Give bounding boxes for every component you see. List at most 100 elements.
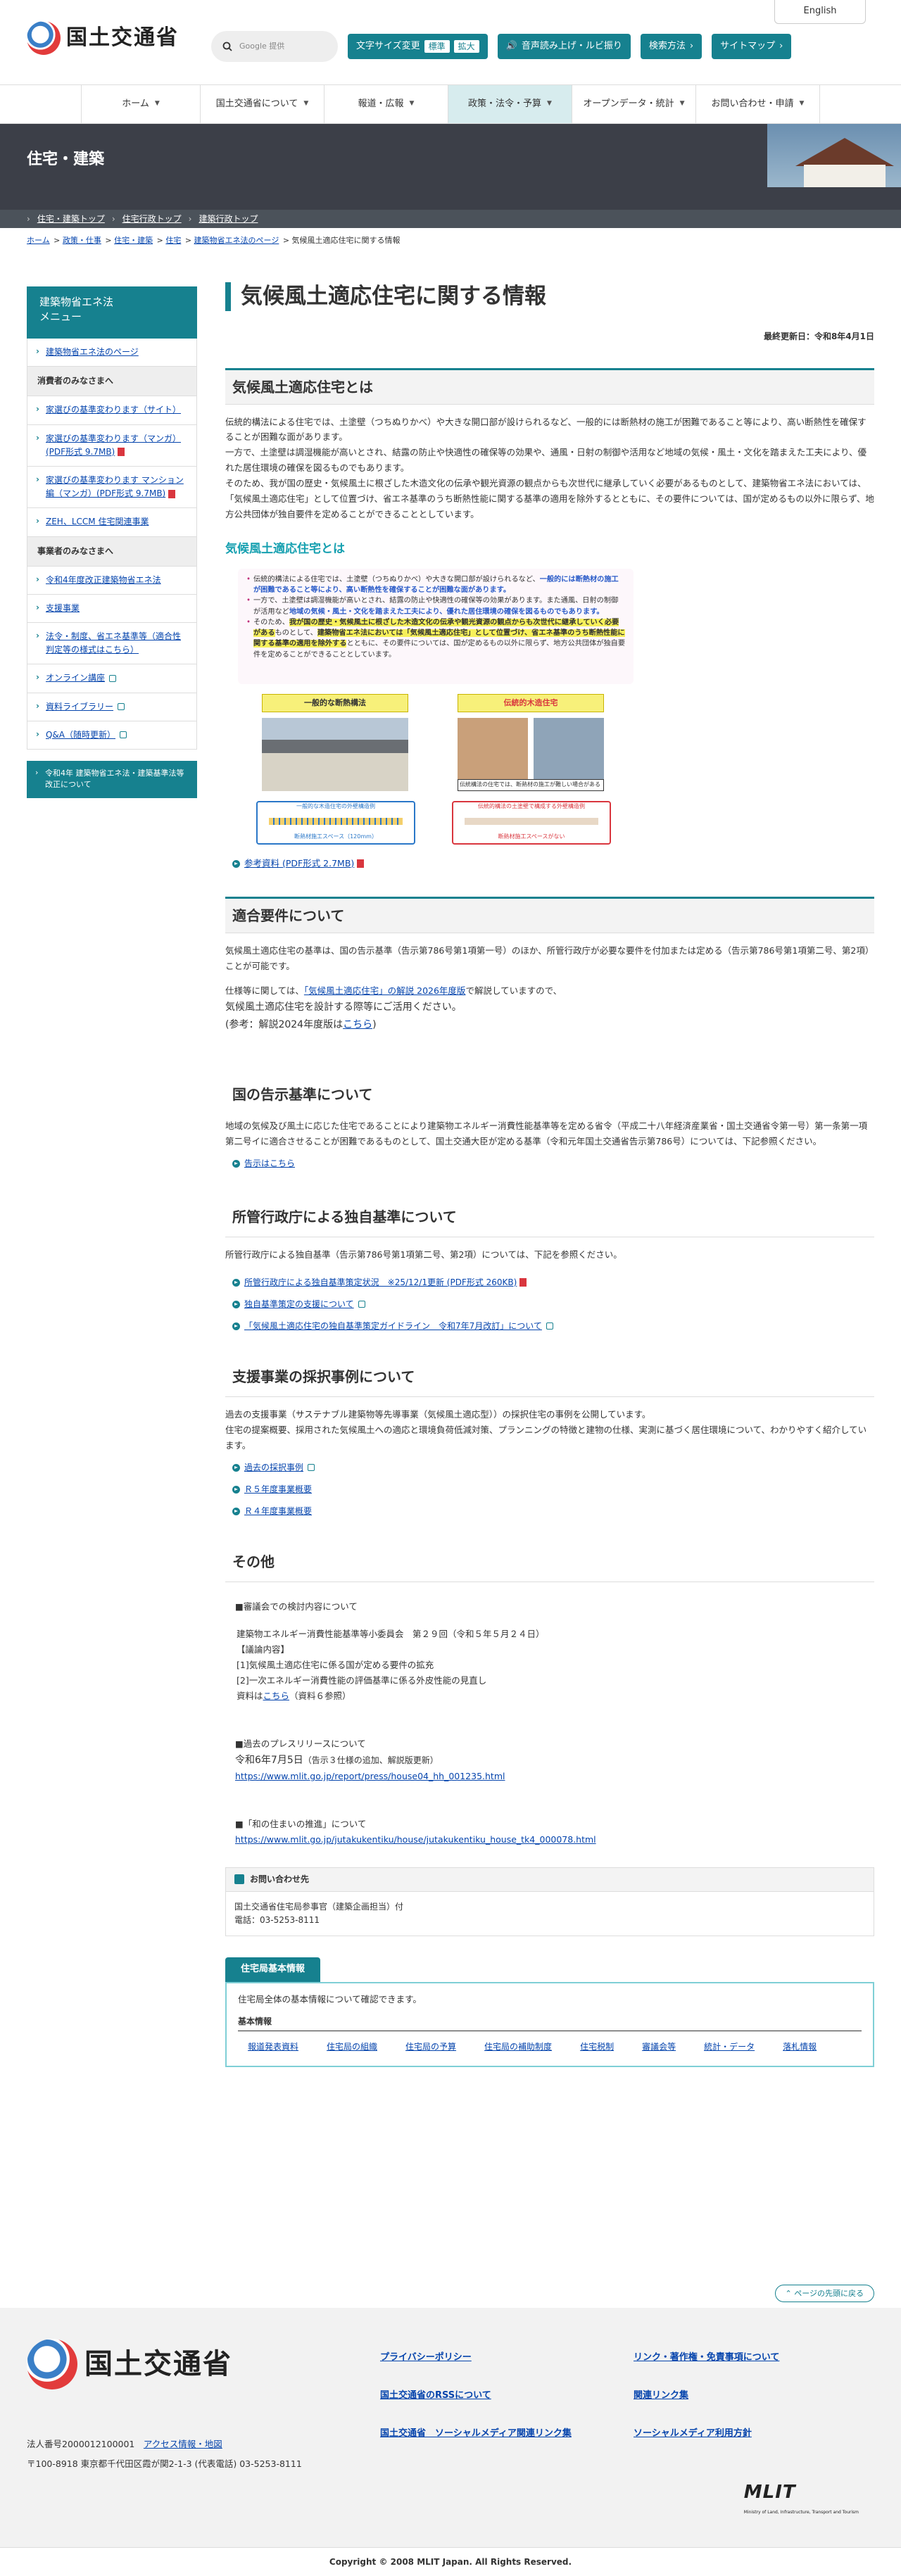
basic-link[interactable]: 審議会等 (642, 2040, 676, 2054)
nav-home[interactable]: ホーム ▼ (81, 85, 201, 123)
external-link-icon (308, 1464, 315, 1472)
basic-link[interactable]: 報道発表資料 (248, 2040, 298, 2054)
arrow-up-icon: ⌃ (785, 2289, 795, 2298)
access-map-link[interactable]: アクセス情報・地図 (144, 2439, 222, 2449)
basic-link[interactable]: 住宅税制 (580, 2040, 614, 2054)
paragraph: ■審議会での検討内容について (235, 1600, 358, 1612)
search-method-button[interactable]: 検索方法 › (640, 34, 702, 59)
voice-reading-button[interactable]: 🔊 音声読み上げ・ルビ振り (497, 34, 631, 59)
house-image (767, 124, 901, 187)
paragraph: そのため、我が国の歴史・気候風土に根ざした木造文化の伝承や観光資源の観点からも次… (225, 478, 874, 519)
sidebar-item-label: 家選びの基準変わります マンション編（マンガ）(PDF形式 9.7MB) (46, 475, 184, 499)
text-size-large-button[interactable]: 拡大 (453, 40, 479, 53)
guideline-link[interactable]: 「気候風土適応住宅の独自基準策定ガイドライン 令和7年7月改訂」について (232, 1319, 874, 1334)
press-date: 令和6年7月5日 (235, 1754, 303, 1766)
sidebar-item-laws[interactable]: 法令・制度、省エネ基準等（適合性判定等の様式はこちら） (27, 622, 197, 665)
arrow-circle-icon (232, 1463, 240, 1472)
link-label: Ｒ４年度事業概要 (244, 1505, 313, 1516)
basic-link[interactable]: 統計・データ (704, 2040, 755, 2054)
rss-link[interactable]: 国土交通省のRSSについて (380, 2388, 491, 2404)
nav-opendata[interactable]: オープンデータ・統計 ▼ (572, 85, 696, 123)
diagram-caption: 断熱材施工スペース（120mm） (294, 833, 377, 840)
subnav-building-admin-top[interactable]: 建築行政トップ (199, 212, 258, 227)
nav-contact[interactable]: お問い合わせ・申請 ▼ (696, 85, 820, 123)
section-local-standard: 所管行政庁による独自基準について 所管行政庁による独自基準（告示第786号第1項… (225, 1198, 874, 1334)
arrow-circle-icon (232, 1278, 240, 1287)
nav-label: お問い合わせ・申請 (711, 98, 794, 109)
nav-press[interactable]: 報道・広報 ▼ (325, 85, 448, 123)
last-updated: 最終更新日：令和8年4月1日 (763, 331, 874, 341)
breadcrumb-current: 気候風土適応住宅に関する情報 (291, 236, 401, 245)
sidebar-item-label: ZEH、LCCM 住宅関連事業 (46, 517, 149, 527)
notice-link[interactable]: 告示はこちら (232, 1156, 874, 1171)
council-material-link[interactable]: こちら (263, 1691, 290, 1701)
local-standard-status-link[interactable]: 所管行政庁による独自基準策定状況 ※25/12/1更新 (PDF形式 260KB… (232, 1275, 874, 1290)
sidebar-item-r4-revision[interactable]: 令和4年度改正建築物省エネ法 (27, 566, 197, 595)
basic-link[interactable]: 住宅局の予算 (405, 2040, 456, 2054)
pdf-icon (357, 859, 365, 869)
english-link[interactable]: English (774, 0, 866, 24)
sidebar-item-energy-law[interactable]: 建築物省エネ法のページ (27, 339, 197, 367)
heading-climate-house: 気候風土適応住宅とは (225, 367, 874, 405)
sidebar-item-site[interactable]: 家選びの基準変わります（サイト） (27, 396, 197, 425)
sidebar-item-label: オンライン講座 (46, 673, 106, 683)
site-logo[interactable]: 国土交通省 (27, 20, 179, 57)
subnav-housing-top[interactable]: 住宅・建築トップ (37, 212, 105, 227)
breadcrumb-energy-law[interactable]: 建築物省エネ法のページ (194, 236, 279, 245)
reference-pdf-link[interactable]: 参考資料 (PDF形式 2.7MB) (232, 856, 365, 871)
sidebar-item-label: 令和4年度改正建築物省エネ法 (46, 574, 161, 585)
paragraph: 一方で、土塗壁は調湿機能が高いとされ、結露の防止や快適性の確保等の効果や、通風・… (225, 447, 867, 474)
nav-label: オープンデータ・統計 (583, 98, 674, 109)
sidebar-revision-button[interactable]: 令和4年 建築物省エネ法・建築基準法等改正について (27, 760, 197, 798)
footer-logo[interactable]: 国土交通省 (27, 2339, 232, 2390)
contact-box: お問い合わせ先 国土交通省住宅局参事官（建築企画担当）付 電話：03-5253-… (225, 1867, 874, 1937)
sidebar-item-label: 支援事業 (46, 602, 80, 613)
press-release-link[interactable]: https://www.mlit.go.jp/report/press/hous… (235, 1771, 505, 1781)
r4-overview-link[interactable]: Ｒ４年度事業概要 (232, 1504, 874, 1519)
commentary-2024-link[interactable]: こちら (343, 1019, 372, 1030)
sitemap-button[interactable]: サイトマップ › (712, 34, 792, 59)
basic-info-links: 報道発表資料 住宅局の組織 住宅局の予算 住宅局の補助制度 住宅税制 審議会等 … (238, 2031, 862, 2054)
nav-about[interactable]: 国土交通省について ▼ (201, 85, 325, 123)
basic-link[interactable]: 住宅局の組織 (327, 2040, 377, 2054)
sidebar-item-support[interactable]: 支援事業 (27, 594, 197, 623)
council-block: 建築物エネルギー消費性能基準等小委員会 第２９回（令和５年５月２４日） 【議論内… (237, 1629, 545, 1701)
past-cases-link[interactable]: 過去の採択事例 (232, 1460, 874, 1475)
sidebar-item-library[interactable]: 資料ライブラリー (27, 693, 197, 721)
paragraph: 過去の支援事業（サステナブル建築物等先導事業（気候風土適応型））の採択住宅の事例… (225, 1408, 651, 1420)
sidebar-item-zeh[interactable]: ZEH、LCCM 住宅関連事業 (27, 508, 197, 537)
section-support-cases: 支援事業の採択事例について 過去の支援事業（サステナブル建築物等先導事業（気候風… (225, 1358, 874, 1519)
back-to-top-button[interactable]: ⌃ ページの先頭に戻る (774, 2285, 874, 2303)
wa-no-sumai-link[interactable]: https://www.mlit.go.jp/jutakukentiku/hou… (235, 1834, 596, 1845)
search-box[interactable]: Google 提供 (211, 31, 338, 62)
link-label: Ｒ５年度事業概要 (244, 1484, 313, 1494)
social-policy-link[interactable]: ソーシャルメディア利用方針 (634, 2426, 752, 2442)
r5-overview-link[interactable]: Ｒ５年度事業概要 (232, 1482, 874, 1497)
sidebar-item-qa[interactable]: Q&A（随時更新） (27, 721, 197, 750)
sidebar-item-manga[interactable]: 家選びの基準変わります（マンガ）(PDF形式 9.7MB) (27, 424, 197, 467)
sidebar-item-manga-mansion[interactable]: 家選びの基準変わります マンション編（マンガ）(PDF形式 9.7MB) (27, 467, 197, 509)
social-links-link[interactable]: 国土交通省 ソーシャルメディア関連リンク集 (380, 2426, 572, 2442)
sidebar-item-label: 資料ライブラリー (46, 701, 114, 712)
general-house-photo (262, 717, 408, 791)
arrow-circle-icon (232, 1160, 240, 1168)
related-links-link[interactable]: 関連リンク集 (634, 2388, 688, 2404)
privacy-link[interactable]: プライバシーポリシー (380, 2350, 472, 2366)
paragraph: (参考：解説2024年度版はこちら) (225, 1018, 377, 1030)
site-footer: 国土交通省 法人番号2000012100001 アクセス情報・地図 〒100-8… (0, 2308, 901, 2548)
subnav-housing-admin-top[interactable]: 住宅行政トップ (122, 212, 182, 227)
basic-link[interactable]: 落札情報 (783, 2040, 817, 2054)
breadcrumb-home[interactable]: ホーム (27, 236, 50, 245)
copyright-link[interactable]: リンク・著作権・免責事項について (634, 2350, 779, 2366)
local-standard-support-link[interactable]: 独自基準策定の支援について (232, 1297, 874, 1312)
nav-policy[interactable]: 政策・法令・予算 ▼ (448, 85, 572, 123)
figure-title: 気候風土適応住宅とは (225, 541, 345, 556)
breadcrumb-housing[interactable]: 住宅・建築 (114, 236, 153, 245)
figure-label-general: 一般的な断熱構法 (262, 693, 408, 712)
sidebar-item-online-course[interactable]: オンライン講座 (27, 664, 197, 693)
breadcrumb-house[interactable]: 住宅 (165, 236, 181, 245)
text-size-standard-button[interactable]: 標準 (424, 40, 450, 53)
basic-link[interactable]: 住宅局の補助制度 (484, 2040, 552, 2054)
breadcrumb-policy[interactable]: 政策・仕事 (63, 236, 101, 245)
commentary-link[interactable]: 「気候風土適応住宅」の解説 2026年度版 (304, 985, 466, 996)
